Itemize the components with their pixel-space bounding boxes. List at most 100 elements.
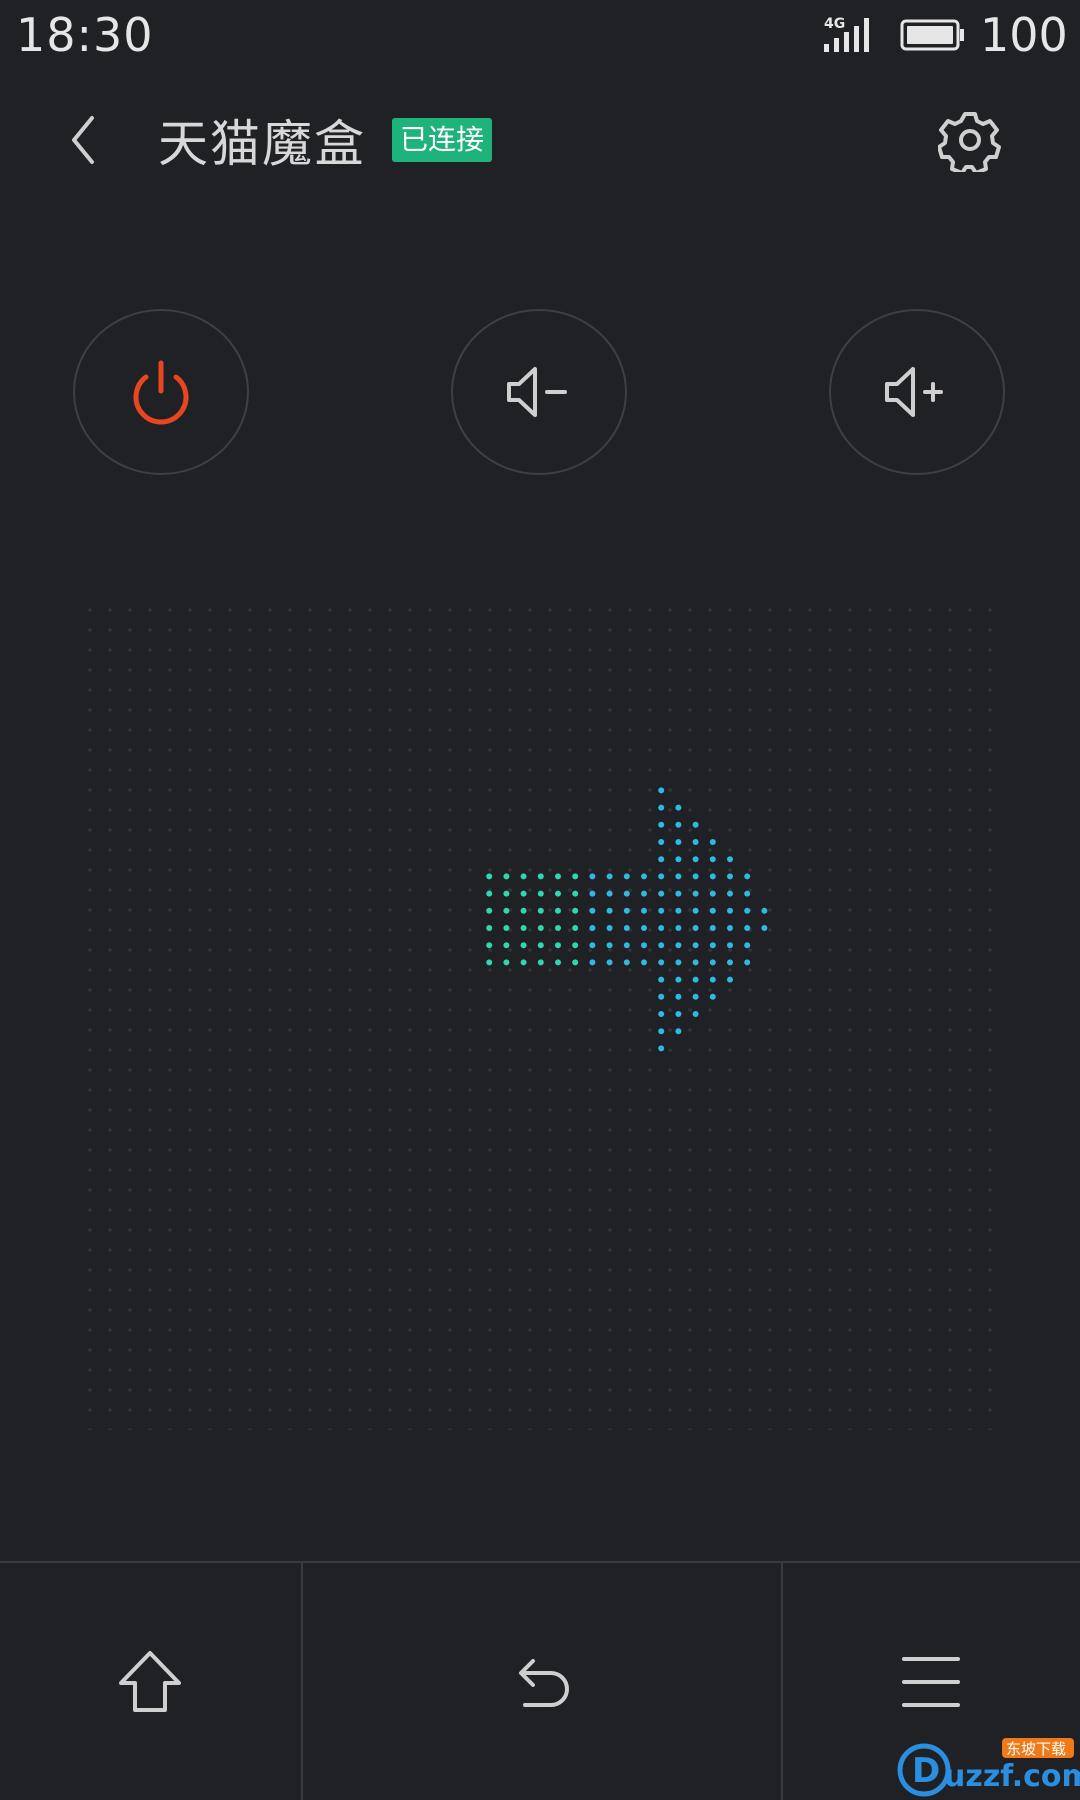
arrow-dot — [520, 873, 527, 880]
arrow-dot — [675, 821, 682, 828]
arrow-dot — [589, 907, 596, 914]
arrow-dot — [537, 907, 544, 914]
arrow-dot — [537, 959, 544, 966]
arrow-dot — [623, 873, 630, 880]
power-icon — [133, 360, 189, 425]
arrow-dot — [658, 976, 665, 983]
volume-up-icon — [885, 367, 943, 417]
page-title: 天猫魔盒 — [158, 115, 366, 173]
svg-text:D: D — [912, 1751, 940, 1791]
arrow-dot — [727, 856, 733, 863]
power-button[interactable] — [73, 309, 249, 475]
arrow-dot — [658, 821, 665, 828]
connection-status-badge: 已连接 — [392, 118, 493, 162]
volume-down-icon — [507, 367, 567, 417]
arrow-dot — [658, 993, 665, 1000]
arrow-dot — [555, 890, 561, 897]
arrow-dot — [589, 959, 596, 966]
arrow-dot — [692, 839, 699, 845]
home-button[interactable] — [0, 1563, 299, 1800]
arrow-dot — [658, 787, 665, 794]
arrow-dot — [537, 890, 544, 897]
uzzf-watermark-logo: D uzzf.com 东坡下载 — [897, 1738, 1080, 1797]
arrow-dot — [641, 942, 647, 949]
settings-button[interactable] — [937, 108, 1002, 175]
menu-icon — [901, 1656, 960, 1707]
arrow-dot — [709, 925, 716, 931]
arrow-dot — [589, 890, 596, 897]
arrow-dot — [727, 976, 733, 983]
arrow-dot — [675, 959, 682, 966]
back-button[interactable] — [60, 110, 110, 170]
arrow-dot — [503, 907, 510, 914]
touchpad-dot-grid — [80, 600, 1000, 1430]
arrow-dot — [486, 959, 493, 966]
arrow-dot — [744, 890, 751, 897]
arrow-dot — [658, 890, 665, 897]
arrow-dot — [606, 942, 613, 949]
arrow-dot — [692, 976, 699, 983]
volume-down-button[interactable] — [451, 309, 627, 475]
arrow-dot — [727, 873, 733, 880]
status-time: 18:30 — [16, 8, 154, 62]
return-button[interactable] — [301, 1563, 783, 1800]
arrow-dot — [641, 890, 647, 897]
arrow-dot — [606, 890, 613, 897]
arrow-dot — [709, 942, 716, 949]
arrow-dot — [727, 959, 733, 966]
arrow-dot — [555, 942, 561, 949]
arrow-dot — [727, 942, 733, 949]
arrow-dot — [572, 890, 579, 897]
arrow-dot — [744, 925, 751, 931]
arrow-dot — [658, 942, 665, 949]
arrow-dot — [658, 1011, 665, 1017]
arrow-dot — [658, 925, 665, 931]
arrow-dot — [486, 942, 493, 949]
arrow-dot — [641, 925, 647, 931]
arrow-dot — [658, 907, 665, 914]
arrow-dot — [641, 907, 647, 914]
arrow-dot — [658, 873, 665, 880]
arrow-dot — [572, 873, 579, 880]
arrow-dot — [709, 976, 716, 983]
arrow-dot — [537, 873, 544, 880]
arrow-dot — [503, 890, 510, 897]
arrow-dot — [486, 907, 493, 914]
arrow-dot — [675, 890, 682, 897]
arrow-dot — [761, 925, 768, 931]
arrow-dot — [486, 890, 493, 897]
volume-up-button[interactable] — [829, 309, 1005, 475]
arrow-dot — [692, 993, 699, 1000]
battery-level: 100 — [980, 8, 1068, 62]
arrow-dot — [675, 925, 682, 931]
arrow-dot — [623, 942, 630, 949]
arrow-dot — [520, 907, 527, 914]
arrow-dot — [658, 839, 665, 845]
gear-icon — [937, 112, 1001, 175]
arrow-dot — [744, 942, 751, 949]
touchpad[interactable] — [80, 600, 1000, 1430]
arrow-dot — [692, 890, 699, 897]
arrow-dot — [486, 925, 493, 931]
arrow-dot — [692, 856, 699, 863]
arrow-dot — [658, 1045, 665, 1052]
arrow-dot — [709, 959, 716, 966]
arrow-dot — [692, 925, 699, 931]
arrow-dot — [675, 1028, 682, 1035]
arrow-dot — [503, 942, 510, 949]
arrow-dot — [606, 873, 613, 880]
arrow-dot — [709, 890, 716, 897]
arrow-dot — [675, 873, 682, 880]
arrow-dot — [709, 907, 716, 914]
arrow-dot — [623, 925, 630, 931]
arrow-dot — [572, 907, 579, 914]
watermark-text: uzzf.com — [944, 1759, 1080, 1794]
arrow-dot — [744, 959, 751, 966]
battery-icon — [900, 19, 964, 51]
arrow-dot — [744, 907, 751, 914]
arrow-dot — [675, 976, 682, 983]
arrow-dot — [503, 959, 510, 966]
arrow-dot — [606, 925, 613, 931]
arrow-dot — [658, 1028, 665, 1035]
return-icon — [519, 1658, 569, 1707]
